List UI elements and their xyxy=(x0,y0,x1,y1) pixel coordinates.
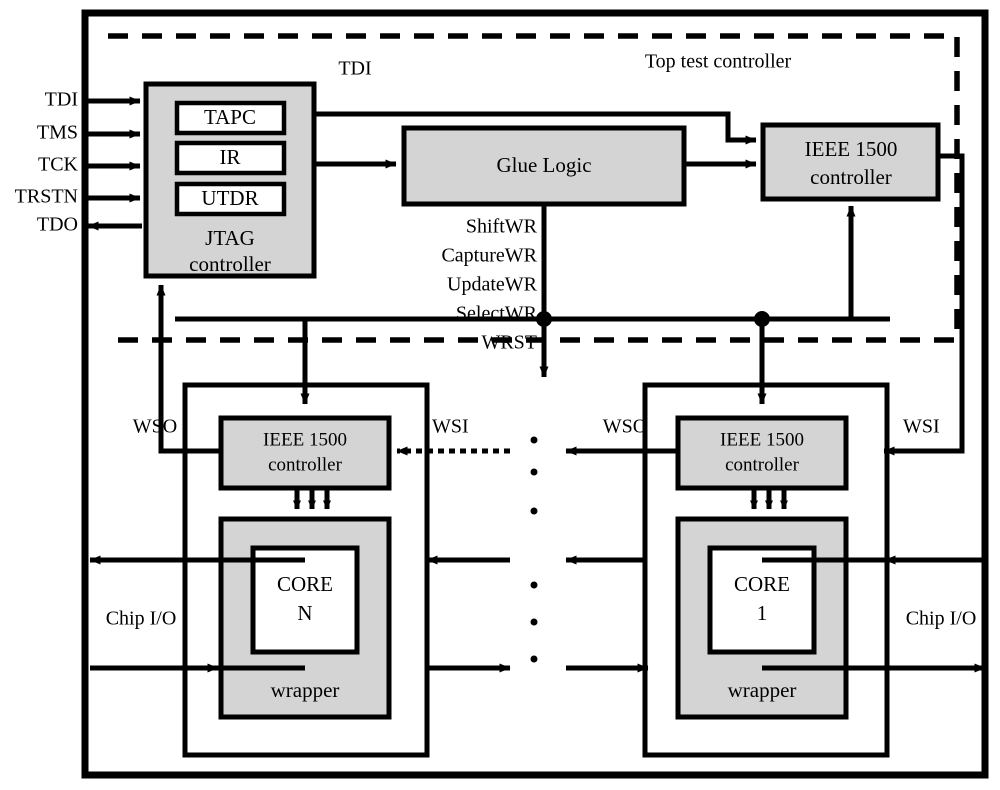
tapc-label: TAPC xyxy=(204,105,256,129)
glue-logic-label: Glue Logic xyxy=(496,153,591,177)
ellipsis-dot-6 xyxy=(530,655,538,663)
utdr-label: UTDR xyxy=(201,186,258,210)
signal-label-wrst: WRST xyxy=(481,332,537,354)
vertical-dots-ellipsis xyxy=(530,436,538,663)
core-n-wsi-label: WSI xyxy=(432,416,469,438)
ellipsis-dot-3 xyxy=(530,507,538,515)
pin-label-tms: TMS xyxy=(37,122,78,144)
ellipsis-dot-1 xyxy=(530,436,538,444)
junction-dot-left xyxy=(536,311,552,327)
core-1-controller-label-line2: controller xyxy=(725,454,800,475)
core-n-chip-io-label: Chip I/O xyxy=(106,608,177,630)
jtag-controller-label-line2: controller xyxy=(189,252,271,276)
jtag-controller-label-line1: JTAG xyxy=(205,226,255,250)
top-test-controller-label: Top test controller xyxy=(645,51,792,73)
core-1-wrapper-label: wrapper xyxy=(728,678,797,702)
core-1-core-label-line1: CORE xyxy=(734,572,790,596)
core-n-core-label-line1: CORE xyxy=(277,572,333,596)
ir-label: IR xyxy=(220,145,241,169)
core-n-controller-label-line2: controller xyxy=(268,454,343,475)
soc-test-architecture-diagram: Top test controller TDI TMS TCK TRSTN TD… xyxy=(15,9,989,779)
core-n-core-label-line2: N xyxy=(297,601,312,625)
ieee1500-top-label-line1: IEEE 1500 xyxy=(805,137,898,161)
core-1-chip-io-label: Chip I/O xyxy=(906,608,977,630)
tdi-path-label: TDI xyxy=(338,58,371,80)
core-1-core-label-line2: 1 xyxy=(757,601,768,625)
pin-label-tdi: TDI xyxy=(45,89,78,111)
signal-label-shiftwr: ShiftWR xyxy=(466,216,538,238)
pin-label-tck: TCK xyxy=(38,154,79,176)
core-n-wso-label: WSO xyxy=(133,416,177,438)
pin-label-tdo: TDO xyxy=(37,214,78,236)
core-n-controller-label-line1: IEEE 1500 xyxy=(263,429,347,450)
ellipsis-dot-5 xyxy=(530,618,538,626)
pin-label-trstn: TRSTN xyxy=(15,186,78,208)
core-1-wso-label: WSO xyxy=(603,416,647,438)
ellipsis-dot-2 xyxy=(530,468,538,476)
core-n-wrapper-label: wrapper xyxy=(271,678,340,702)
diagram-root: Top test controller TDI TMS TCK TRSTN TD… xyxy=(0,0,1000,790)
core-1-controller-label-line1: IEEE 1500 xyxy=(720,429,804,450)
signal-label-capturewr: CaptureWR xyxy=(441,245,537,267)
signal-label-updatewr: UpdateWR xyxy=(447,274,538,296)
core-1-wsi-label: WSI xyxy=(903,416,940,438)
ieee1500-top-label-line2: controller xyxy=(810,165,892,189)
ellipsis-dot-4 xyxy=(530,581,538,589)
